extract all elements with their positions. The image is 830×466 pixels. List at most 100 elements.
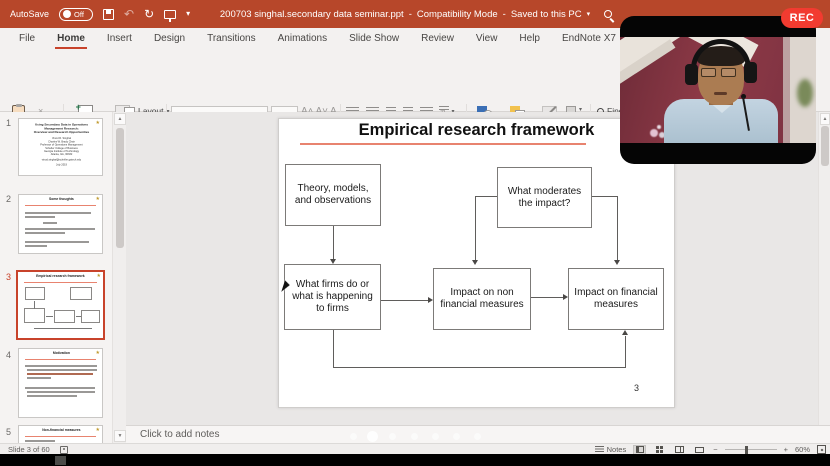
thumb3-title: Empirical research framework [18, 274, 103, 278]
slide-sorter-icon [656, 446, 663, 453]
thumb-number-5: 5 [6, 427, 11, 437]
glasses-lens [721, 68, 736, 77]
slide-counter: Slide 3 of 60 [8, 445, 50, 454]
tab-slide-show[interactable]: Slide Show [338, 29, 410, 49]
scroll-down-icon[interactable]: ▼ [114, 430, 126, 442]
headphone-cup-left [685, 64, 698, 85]
slide-title[interactable]: Empirical research framework [278, 121, 675, 140]
box-financial-text: Impact on financial measures [571, 287, 661, 311]
tab-home[interactable]: Home [46, 29, 96, 49]
scroll-up-icon[interactable]: ▲ [114, 113, 126, 125]
saved-location-label: Saved to this PC [511, 9, 582, 20]
thumbnail-slide-1[interactable]: ★ Using Secondary Data in Operations Man… [18, 118, 103, 176]
thumbnail-slide-2[interactable]: ★ Some thoughts [18, 194, 103, 254]
webcam-overlay[interactable] [620, 16, 816, 164]
tab-transitions[interactable]: Transitions [196, 29, 267, 49]
status-bar: Slide 3 of 60 Notes − + 60% [0, 443, 830, 454]
zoom-percentage[interactable]: 60% [795, 445, 810, 454]
slide-title-underline [300, 143, 586, 145]
tab-animations[interactable]: Animations [267, 29, 338, 49]
person-mouth [714, 92, 727, 95]
slide-sorter-button[interactable] [653, 445, 666, 455]
slideshow-icon [695, 447, 704, 453]
thumb1-body-line: July 2019 [19, 163, 103, 166]
editor-scrollbar[interactable]: ▲ [818, 112, 830, 425]
thumb5-title: Non-financial measures [19, 428, 103, 432]
tab-file[interactable]: File [8, 29, 46, 49]
title-separator: - [409, 9, 412, 20]
recorder-dot [411, 433, 418, 440]
search-icon[interactable] [604, 10, 612, 18]
arrowhead-right-icon [428, 297, 433, 303]
connector-moderates-left [475, 196, 476, 260]
box-financial[interactable]: Impact on financial measures [568, 268, 664, 330]
notes-toggle-button[interactable]: Notes [595, 445, 627, 454]
connector-moderates-right-stub [592, 196, 617, 197]
thumbnail-slide-5[interactable]: ★ Non-financial measures [18, 425, 103, 444]
zoom-out-button[interactable]: − [713, 445, 717, 454]
accessibility-icon[interactable] [60, 446, 68, 454]
box-firms-text: What firms do or what is happening to fi… [287, 279, 378, 314]
thumbnail-slide-3-selected[interactable]: ★ Empirical research framework [16, 270, 105, 340]
recorder-dot-active [367, 431, 378, 442]
tab-review[interactable]: Review [410, 29, 465, 49]
arrowhead-right-icon [563, 294, 568, 300]
connector-moderates-right [617, 196, 618, 260]
slide-page-number: 3 [634, 383, 639, 393]
notes-toggle-label: Notes [607, 445, 627, 454]
thumb-number-3: 3 [6, 272, 11, 282]
reading-view-icon [675, 446, 684, 453]
thumb-number-4: 4 [6, 350, 11, 360]
slide-thumbnail-panel: 1 ★ Using Secondary Data in Operations M… [0, 112, 112, 444]
connector-firms-to-nonfinancial [381, 300, 428, 301]
zoom-slider[interactable] [725, 449, 777, 451]
notes-placeholder: Click to add notes [140, 429, 220, 440]
autosave-toggle[interactable]: Off [59, 8, 93, 21]
saved-caret-icon[interactable]: ▾ [587, 10, 591, 18]
connector-moderates-left-stub [475, 196, 497, 197]
recorder-dot [350, 433, 357, 440]
scroll-up-icon[interactable]: ▲ [820, 113, 830, 125]
feedback-line-down [333, 330, 334, 367]
slideshow-button[interactable] [693, 445, 706, 455]
zoom-slider-thumb[interactable] [745, 446, 748, 454]
save-icon[interactable] [103, 9, 114, 20]
box-theory[interactable]: Theory, models, and observations [285, 164, 381, 226]
box-moderates[interactable]: What moderates the impact? [497, 167, 592, 228]
tab-view[interactable]: View [465, 29, 509, 49]
rec-badge: REC [781, 8, 823, 28]
taskbar-fragment [55, 456, 66, 465]
reading-view-button[interactable] [673, 445, 686, 455]
normal-view-icon [636, 446, 644, 453]
tab-design[interactable]: Design [143, 29, 196, 49]
scrollbar-thumb[interactable] [116, 128, 124, 248]
thumbnail-slide-4[interactable]: ★ Motivation [18, 348, 103, 418]
fit-slide-to-window-icon[interactable] [817, 445, 826, 454]
recorder-dot [474, 433, 481, 440]
connector-nonfinancial-to-financial [531, 297, 563, 298]
box-what-firms-do[interactable]: What firms do or what is happening to fi… [284, 264, 381, 330]
thumbnail-panel-scrollbar[interactable]: ▲ ▼ [112, 112, 126, 444]
flowers [650, 129, 658, 137]
thumb-number-1: 1 [6, 118, 11, 128]
scrollbar-thumb[interactable] [821, 126, 829, 166]
undo-icon[interactable]: ↶ [124, 8, 134, 20]
recorder-dot [453, 433, 460, 440]
thumb-number-2: 2 [6, 194, 11, 204]
quick-access-toolbar: AutoSave Off ↶ ↻ ▾ [10, 0, 190, 28]
tab-endnote[interactable]: EndNote X7 [551, 29, 627, 49]
compatibility-mode-label: Compatibility Mode [417, 9, 498, 20]
tab-insert[interactable]: Insert [96, 29, 143, 49]
zoom-in-button[interactable]: + [784, 445, 788, 454]
arrowhead-up-icon [622, 330, 628, 335]
webcam-video [620, 37, 816, 143]
window-curtain [783, 37, 790, 143]
recorder-dot [432, 433, 439, 440]
notes-icon [595, 446, 604, 453]
autosave-state: Off [74, 10, 84, 19]
tab-help[interactable]: Help [508, 29, 551, 49]
feedback-line-up [625, 336, 626, 367]
normal-view-button[interactable] [633, 445, 646, 455]
box-nonfinancial[interactable]: Impact on non financial measures [433, 268, 531, 330]
redo-icon[interactable]: ↻ [144, 8, 154, 20]
